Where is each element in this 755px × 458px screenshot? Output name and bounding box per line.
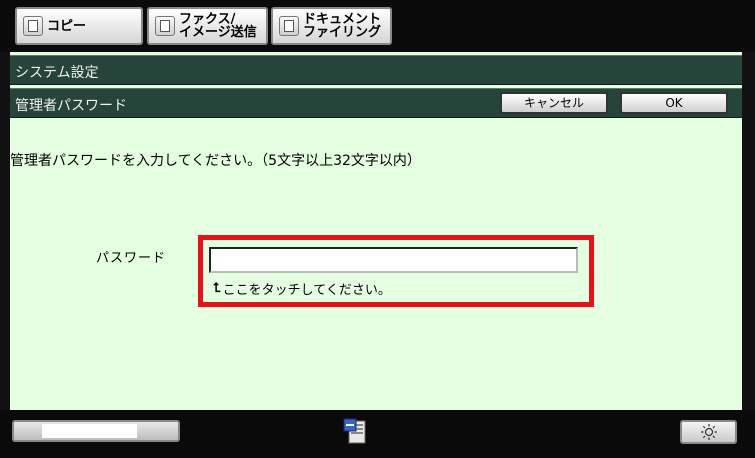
bottom-bar <box>0 410 755 458</box>
return-arrow-icon: ⮤ <box>213 281 221 296</box>
tab-copy-label: コピー <box>47 18 87 34</box>
tab-filing-label: ドキュメント ファイリング <box>303 12 382 40</box>
page-subtitle: 管理者パスワード <box>15 98 127 114</box>
touch-hint: ⮤ ここをタッチしてください。 <box>213 279 391 298</box>
tab-document-filing[interactable]: ドキュメント ファイリング <box>271 7 392 45</box>
mode-tabs: コピー ファクス/ イメージ送信 ドキュメント ファイリング <box>0 0 755 52</box>
sun-icon <box>700 424 717 440</box>
job-status-icon[interactable] <box>340 415 372 447</box>
document-icon <box>23 16 43 36</box>
password-input[interactable] <box>209 247 578 273</box>
document-icon <box>279 16 299 36</box>
brightness-button[interactable] <box>680 420 737 444</box>
job-progress-bar <box>12 420 180 442</box>
job-progress-fill <box>42 424 137 438</box>
touch-hint-text: ここをタッチしてください。 <box>222 283 391 298</box>
tab-fax-image-send[interactable]: ファクス/ イメージ送信 <box>147 7 268 45</box>
cancel-button[interactable]: キャンセル <box>500 92 608 114</box>
device-screen: コピー ファクス/ イメージ送信 ドキュメント ファイリング システム設定 管理… <box>0 0 755 458</box>
password-label: パスワード <box>96 251 167 266</box>
ok-button[interactable]: OK <box>620 92 728 114</box>
settings-panel: システム設定 管理者パスワード キャンセル OK 管理者パスワードを入力してくだ… <box>10 52 742 410</box>
title-bar: システム設定 <box>10 55 742 85</box>
page-title: システム設定 <box>15 65 99 81</box>
subtitle-bar: 管理者パスワード キャンセル OK <box>10 88 742 118</box>
document-icon <box>155 16 175 36</box>
instruction-text: 管理者パスワードを入力してください。（5文字以上32文字以内） <box>10 153 421 169</box>
tab-fax-label: ファクス/ イメージ送信 <box>179 12 257 40</box>
tab-copy[interactable]: コピー <box>15 7 143 45</box>
